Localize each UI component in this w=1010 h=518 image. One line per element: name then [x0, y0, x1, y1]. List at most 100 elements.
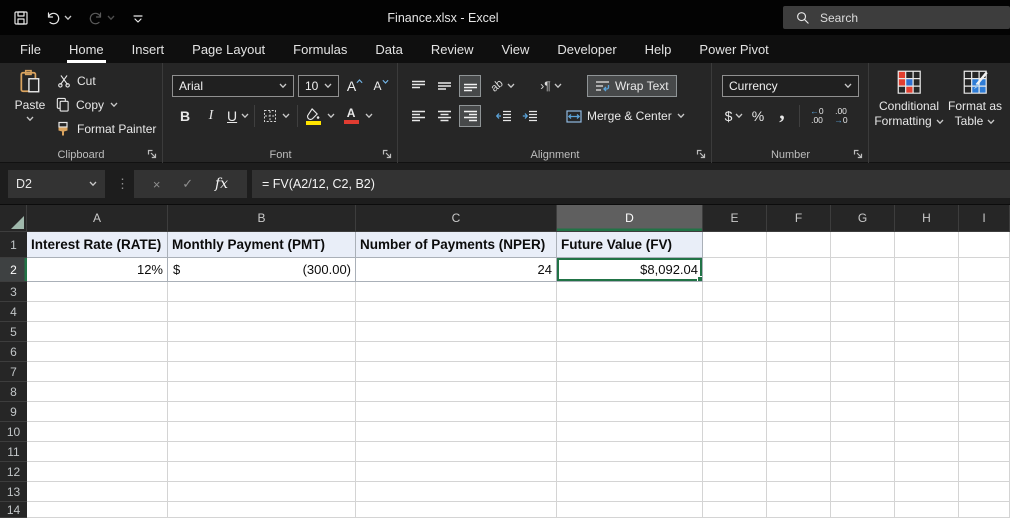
- row-header-7[interactable]: 7: [0, 362, 27, 382]
- cell-E3[interactable]: [703, 282, 767, 302]
- column-header-F[interactable]: F: [767, 205, 831, 232]
- cell-F11[interactable]: [767, 442, 831, 462]
- cell-A6[interactable]: [27, 342, 168, 362]
- cell-C4[interactable]: [356, 302, 557, 322]
- tab-developer[interactable]: Developer: [543, 35, 630, 63]
- font-name-select[interactable]: Arial: [172, 75, 294, 97]
- cell-F5[interactable]: [767, 322, 831, 342]
- clipboard-dialog-launcher[interactable]: [146, 148, 158, 160]
- decrease-decimal-button[interactable]: .00→0: [830, 105, 852, 127]
- cell-F10[interactable]: [767, 422, 831, 442]
- cell-D1[interactable]: Future Value (FV): [557, 232, 703, 258]
- enter-button[interactable]: ✓: [182, 176, 193, 192]
- undo-button[interactable]: [42, 7, 75, 29]
- cell-A7[interactable]: [27, 362, 168, 382]
- redo-button[interactable]: [85, 7, 118, 29]
- cell-C14[interactable]: [356, 502, 557, 518]
- font-color-button[interactable]: A: [340, 105, 374, 127]
- percent-style-button[interactable]: %: [747, 105, 769, 127]
- increase-decimal-button[interactable]: ←0.00: [806, 105, 828, 127]
- cell-A4[interactable]: [27, 302, 168, 322]
- row-header-3[interactable]: 3: [0, 282, 27, 302]
- cell-F4[interactable]: [767, 302, 831, 322]
- cell-G6[interactable]: [831, 342, 895, 362]
- tab-insert[interactable]: Insert: [118, 35, 179, 63]
- cell-A12[interactable]: [27, 462, 168, 482]
- cell-C9[interactable]: [356, 402, 557, 422]
- save-button[interactable]: [10, 7, 32, 29]
- wrap-text-button[interactable]: Wrap Text: [587, 75, 677, 97]
- tab-formulas[interactable]: Formulas: [279, 35, 361, 63]
- cell-C5[interactable]: [356, 322, 557, 342]
- row-header-12[interactable]: 12: [0, 462, 27, 482]
- increase-indent-button[interactable]: [519, 105, 541, 127]
- cell-A13[interactable]: [27, 482, 168, 502]
- column-header-B[interactable]: B: [168, 205, 356, 232]
- cell-A5[interactable]: [27, 322, 168, 342]
- tab-power-pivot[interactable]: Power Pivot: [685, 35, 782, 63]
- row-header-1[interactable]: 1: [0, 232, 27, 258]
- cell-A1[interactable]: Interest Rate (RATE): [27, 232, 168, 258]
- cell-G1[interactable]: [831, 232, 895, 258]
- cell-I11[interactable]: [959, 442, 1010, 462]
- bold-button[interactable]: B: [174, 105, 196, 127]
- cell-E14[interactable]: [703, 502, 767, 518]
- cell-F1[interactable]: [767, 232, 831, 258]
- fill-color-button[interactable]: [302, 105, 336, 127]
- cell-I8[interactable]: [959, 382, 1010, 402]
- conditional-formatting-button[interactable]: Conditional Formatting: [876, 69, 942, 129]
- borders-button[interactable]: [259, 105, 293, 127]
- column-header-G[interactable]: G: [831, 205, 895, 232]
- cell-F9[interactable]: [767, 402, 831, 422]
- tab-view[interactable]: View: [487, 35, 543, 63]
- cell-I5[interactable]: [959, 322, 1010, 342]
- align-bottom-button[interactable]: [459, 75, 481, 97]
- cell-B5[interactable]: [168, 322, 356, 342]
- align-middle-button[interactable]: [433, 75, 455, 97]
- insert-function-button[interactable]: fx: [215, 176, 228, 192]
- column-header-E[interactable]: E: [703, 205, 767, 232]
- format-as-table-button[interactable]: Format as Table: [944, 69, 1006, 129]
- underline-button[interactable]: U: [226, 105, 250, 127]
- cell-H1[interactable]: [895, 232, 959, 258]
- tab-review[interactable]: Review: [417, 35, 488, 63]
- cell-G13[interactable]: [831, 482, 895, 502]
- cell-H7[interactable]: [895, 362, 959, 382]
- tab-help[interactable]: Help: [631, 35, 686, 63]
- cell-G12[interactable]: [831, 462, 895, 482]
- cell-D13[interactable]: [557, 482, 703, 502]
- cell-F2[interactable]: [767, 258, 831, 282]
- increase-font-size-button[interactable]: A: [344, 75, 366, 97]
- copy-button[interactable]: Copy: [55, 97, 118, 113]
- number-format-select[interactable]: Currency: [722, 75, 859, 97]
- row-header-9[interactable]: 9: [0, 402, 27, 422]
- cell-A9[interactable]: [27, 402, 168, 422]
- cell-E1[interactable]: [703, 232, 767, 258]
- cell-A3[interactable]: [27, 282, 168, 302]
- cell-E12[interactable]: [703, 462, 767, 482]
- align-right-button[interactable]: [459, 105, 481, 127]
- cell-G2[interactable]: [831, 258, 895, 282]
- cell-E2[interactable]: [703, 258, 767, 282]
- cell-D14[interactable]: [557, 502, 703, 518]
- cell-G10[interactable]: [831, 422, 895, 442]
- cell-B4[interactable]: [168, 302, 356, 322]
- row-header-8[interactable]: 8: [0, 382, 27, 402]
- cell-B1[interactable]: Monthly Payment (PMT): [168, 232, 356, 258]
- cell-C6[interactable]: [356, 342, 557, 362]
- cell-A2[interactable]: 12%: [27, 258, 168, 282]
- cell-C10[interactable]: [356, 422, 557, 442]
- cell-C8[interactable]: [356, 382, 557, 402]
- cell-B7[interactable]: [168, 362, 356, 382]
- cell-C7[interactable]: [356, 362, 557, 382]
- cell-I4[interactable]: [959, 302, 1010, 322]
- cell-E7[interactable]: [703, 362, 767, 382]
- merge-center-button[interactable]: Merge & Center: [559, 105, 692, 127]
- cell-C13[interactable]: [356, 482, 557, 502]
- cell-C12[interactable]: [356, 462, 557, 482]
- cell-E9[interactable]: [703, 402, 767, 422]
- cell-B9[interactable]: [168, 402, 356, 422]
- font-size-select[interactable]: 10: [298, 75, 339, 97]
- cell-A8[interactable]: [27, 382, 168, 402]
- cell-D10[interactable]: [557, 422, 703, 442]
